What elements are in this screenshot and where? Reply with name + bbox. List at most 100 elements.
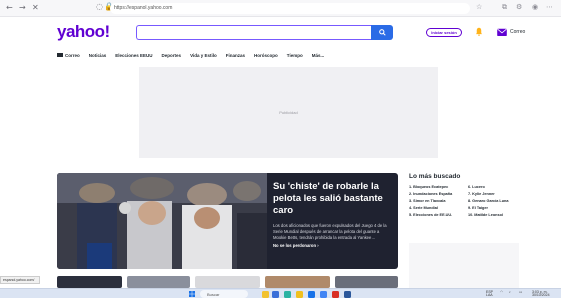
bookmark-star-icon[interactable]: ☆ <box>476 3 482 11</box>
main-nav: Correo Noticias Elecciones EEUU Deportes… <box>57 51 324 59</box>
trending-num: 1. <box>409 185 413 189</box>
app-icon[interactable] <box>332 290 339 298</box>
browser-toolbar: ← → ✕ ◌ 🔒 https://espanol.yahoo.com ☆ ⧉ … <box>0 0 561 17</box>
nav-item-label: Vida y Estilo <box>190 52 217 58</box>
trending-num: 4. <box>409 206 413 210</box>
trending-label: Matilde Leonsol <box>474 213 503 217</box>
trending-item[interactable]: 4.Serie Mundial <box>409 206 465 210</box>
trending-item[interactable]: 10.Matilde Leonsol <box>468 213 528 217</box>
story-thumbnail[interactable] <box>57 276 122 288</box>
speaker-icon[interactable]: ♪ <box>509 290 511 295</box>
ad-label: Publicidad <box>279 110 298 115</box>
trending-list: 1.Bloqueos Ecatepec 6.Lucero 2.Inundacio… <box>409 185 529 217</box>
nav-item-label: Finanzas <box>225 52 246 58</box>
word-icon[interactable] <box>344 290 351 298</box>
nav-item-noticias[interactable]: Noticias <box>89 53 107 58</box>
widgets-icon[interactable] <box>262 290 269 298</box>
search-icon <box>378 29 386 36</box>
search-input[interactable] <box>136 25 371 40</box>
side-ad[interactable] <box>409 243 519 288</box>
nav-item-label: Elecciones EEUU <box>115 52 153 58</box>
clock[interactable]: 3:03 p. m. 30/10/2024 <box>532 290 550 298</box>
edge-icon[interactable] <box>284 290 291 298</box>
status-url-tooltip: espanol.yahoo.com/ <box>0 276 40 284</box>
trending-item[interactable]: 2.Inundaciones España <box>409 192 465 196</box>
trending-label: Genaro García Luna <box>472 199 509 203</box>
forward-icon[interactable]: → <box>19 3 26 12</box>
file-explorer-icon[interactable] <box>296 290 303 298</box>
story-thumbnail[interactable] <box>335 276 398 288</box>
story-thumbnail[interactable] <box>127 276 190 288</box>
trending-num: 8. <box>468 199 472 203</box>
address-text: https://espanol.yahoo.com <box>114 5 173 11</box>
hero-link[interactable]: No se los perdonaron › <box>273 243 393 248</box>
extensions-icon[interactable]: ⚙ <box>516 3 522 11</box>
taskbar-search[interactable]: Buscar <box>200 290 248 298</box>
trending-label: Elecciones de EE.UU. <box>413 213 453 217</box>
mail-icon[interactable] <box>497 28 507 36</box>
trending-item[interactable]: 3.Simor en Tlaxcala <box>409 199 465 203</box>
nav-item-mas[interactable]: Más... <box>312 53 325 58</box>
profile-icon[interactable]: ◉ <box>532 3 538 11</box>
trending-item[interactable]: 9.El Taiger <box>468 206 528 210</box>
trending-label: El Taiger <box>472 206 488 210</box>
mail-link[interactable]: Correo <box>510 29 525 35</box>
nav-item-label: Más... <box>311 52 325 58</box>
hero-description: Los dos aficionados que fueron expulsado… <box>273 222 387 240</box>
trending-item[interactable]: 7.Kylie Jenner <box>468 192 528 196</box>
battery-icon[interactable]: ▭ <box>519 290 522 295</box>
trending-label: Kylie Jenner <box>472 192 495 196</box>
shield-icon: ◌ <box>96 2 103 11</box>
signin-label: Iniciar sesión <box>431 30 457 35</box>
nav-item-label: Tiempo <box>286 52 303 58</box>
address-bar[interactable]: https://espanol.yahoo.com <box>110 3 470 14</box>
chrome-icon[interactable] <box>320 290 327 298</box>
nav-item-label: Noticias <box>88 52 107 58</box>
nav-item-label: Horóscopo <box>254 52 278 58</box>
mail-small-icon <box>57 53 63 57</box>
task-view-icon[interactable] <box>272 290 279 298</box>
menu-icon[interactable]: ⋯ <box>546 3 553 11</box>
nav-item-elecciones[interactable]: Elecciones EEUU <box>115 53 152 58</box>
back-icon[interactable]: ← <box>6 3 13 12</box>
trending-num: 3. <box>409 199 413 203</box>
trending-num: 5. <box>409 213 413 217</box>
taskbar-search-label: Buscar <box>207 291 220 297</box>
ad-banner[interactable]: Publicidad <box>139 67 438 158</box>
yahoo-logo[interactable]: yahoo! <box>57 22 110 42</box>
nav-item-vida-estilo[interactable]: Vida y Estilo <box>190 53 217 58</box>
collections-icon[interactable]: ⧉ <box>502 3 507 12</box>
signin-button[interactable]: Iniciar sesión <box>426 28 462 37</box>
store-icon[interactable] <box>308 290 315 298</box>
hero-story[interactable]: Su 'chiste' de robarle la pelota les sal… <box>57 173 398 269</box>
trending-num: 10. <box>468 213 474 217</box>
hero-image[interactable] <box>57 173 267 269</box>
trending-num: 7. <box>468 192 472 196</box>
search-button[interactable] <box>371 25 393 40</box>
nav-item-correo[interactable]: Correo <box>57 53 80 58</box>
hero-title[interactable]: Su 'chiste' de robarle la pelota les sal… <box>273 181 393 217</box>
trending-label: Inundaciones España <box>413 192 453 196</box>
trending-item[interactable]: 5.Elecciones de EE.UU. <box>409 213 465 217</box>
bell-icon[interactable] <box>475 27 483 36</box>
trending-label: Simor en Tlaxcala <box>413 199 446 203</box>
trending-item[interactable]: 1.Bloqueos Ecatepec <box>409 185 465 189</box>
nav-item-deportes[interactable]: Deportes <box>162 53 182 58</box>
trending-num: 6. <box>468 185 472 189</box>
nav-item-finanzas[interactable]: Finanzas <box>226 53 245 58</box>
trending-num: 9. <box>468 206 472 210</box>
windows-start-icon[interactable] <box>189 291 195 297</box>
wifi-icon[interactable]: ◠ <box>500 290 503 295</box>
language-indicator[interactable]: ESP LAA <box>486 290 493 298</box>
hero-text: Su 'chiste' de robarle la pelota les sal… <box>273 181 393 248</box>
nav-item-label: Correo <box>65 52 80 58</box>
trending-title: Lo más buscado <box>409 173 461 180</box>
nav-item-horoscopo[interactable]: Horóscopo <box>254 53 278 58</box>
trending-label: Lucero <box>472 185 485 189</box>
trending-item[interactable]: 6.Lucero <box>468 185 528 189</box>
close-icon[interactable]: ✕ <box>32 3 39 12</box>
story-thumbnail[interactable] <box>195 276 260 288</box>
story-thumbnail[interactable] <box>265 276 330 288</box>
nav-item-tiempo[interactable]: Tiempo <box>287 53 303 58</box>
trending-item[interactable]: 8.Genaro García Luna <box>468 199 528 203</box>
